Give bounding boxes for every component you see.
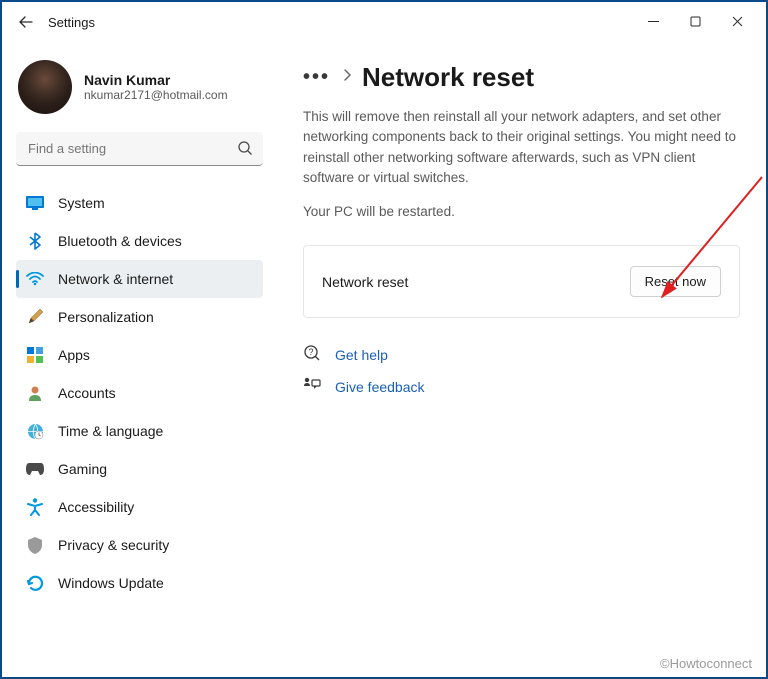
display-icon [26,194,44,212]
sidebar-item-update[interactable]: Windows Update [16,564,263,602]
sidebar: Navin Kumar nkumar2171@hotmail.com Syste… [2,42,277,677]
bluetooth-icon [26,232,44,250]
accessibility-icon [26,498,44,516]
gamepad-icon [26,460,44,478]
reset-now-button[interactable]: Reset now [630,266,721,297]
network-reset-card: Network reset Reset now [303,245,740,318]
minimize-button[interactable] [632,6,674,36]
breadcrumb-more[interactable]: ••• [303,66,330,89]
search-icon [237,140,253,161]
sidebar-item-label: Network & internet [58,271,173,287]
sidebar-item-accessibility[interactable]: Accessibility [16,488,263,526]
person-icon [26,384,44,402]
window-title: Settings [48,15,95,30]
apps-icon [26,346,44,364]
sidebar-item-label: Accounts [58,385,116,401]
sidebar-item-label: Time & language [58,423,163,439]
breadcrumb: ••• Network reset [303,62,740,93]
sidebar-item-apps[interactable]: Apps [16,336,263,374]
avatar [18,60,72,114]
card-title: Network reset [322,274,408,290]
clock-globe-icon [26,422,44,440]
main-content: ••• Network reset This will remove then … [277,42,766,677]
sidebar-item-gaming[interactable]: Gaming [16,450,263,488]
svg-text:?: ? [308,347,313,357]
get-help-link[interactable]: Get help [335,347,388,363]
sidebar-item-personalization[interactable]: Personalization [16,298,263,336]
give-feedback-link[interactable]: Give feedback [335,379,425,395]
brush-icon [26,308,44,326]
minimize-icon [648,16,659,27]
chevron-right-icon [342,68,352,87]
maximize-button[interactable] [674,6,716,36]
search-input[interactable] [16,132,263,166]
sidebar-item-label: System [58,195,105,211]
sidebar-item-label: Accessibility [58,499,134,515]
user-name: Navin Kumar [84,72,228,88]
update-icon [26,574,44,592]
watermark: ©Howtoconnect [660,656,752,671]
page-title: Network reset [362,62,534,93]
page-description: This will remove then reinstall all your… [303,107,740,188]
feedback-icon [303,377,323,396]
sidebar-item-system[interactable]: System [16,184,263,222]
close-button[interactable] [716,6,758,36]
maximize-icon [690,16,701,27]
sidebar-item-label: Gaming [58,461,107,477]
shield-icon [26,536,44,554]
sidebar-item-bluetooth[interactable]: Bluetooth & devices [16,222,263,260]
arrow-left-icon [18,14,34,30]
sidebar-item-label: Windows Update [58,575,164,591]
close-icon [732,16,743,27]
sidebar-item-label: Apps [58,347,90,363]
sidebar-item-time[interactable]: Time & language [16,412,263,450]
wifi-icon [26,270,44,288]
back-button[interactable] [10,6,42,38]
sidebar-item-label: Bluetooth & devices [58,233,182,249]
help-icon: ? [303,344,323,365]
sidebar-item-privacy[interactable]: Privacy & security [16,526,263,564]
user-profile[interactable]: Navin Kumar nkumar2171@hotmail.com [18,60,263,114]
user-email: nkumar2171@hotmail.com [84,88,228,102]
sidebar-item-label: Privacy & security [58,537,169,553]
sidebar-item-accounts[interactable]: Accounts [16,374,263,412]
sidebar-item-label: Personalization [58,309,154,325]
sidebar-item-network[interactable]: Network & internet [16,260,263,298]
restart-note: Your PC will be restarted. [303,204,740,219]
